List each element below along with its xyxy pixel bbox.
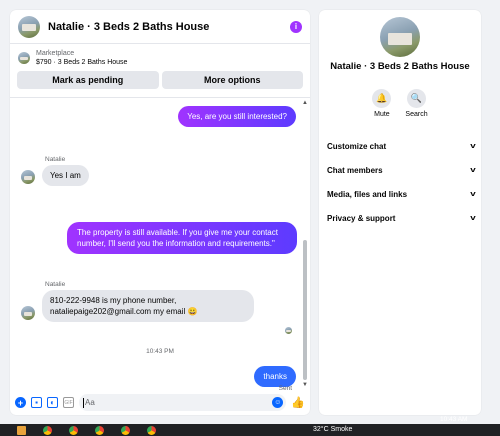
menu-media-files[interactable]: Media, files and links v [327,182,476,206]
chevron-down-icon: v [470,214,476,222]
menu-label: Customize chat [327,141,387,151]
weather-status[interactable]: 32°C Smoke [313,424,352,436]
composer: + ▪ ◐ GIF Aa ☺ 👍 [10,390,310,415]
sticker-icon[interactable]: ◐ [47,397,58,408]
like-icon[interactable]: 👍 [291,396,305,409]
chrome-icon[interactable] [69,425,78,435]
contact-avatar[interactable] [18,15,40,38]
sender-name: Natalie [45,156,66,163]
message-incoming[interactable]: Yes I am [42,165,89,186]
folder-icon[interactable] [17,425,26,435]
listing-title: $790 · 3 Beds 2 Baths House [36,59,128,66]
scroll-down-icon[interactable]: ▼ [302,382,308,388]
search-label: Search [405,111,428,118]
mark-pending-button[interactable]: Mark as pending [17,71,159,89]
listing-thumbnail [18,52,30,64]
gif-icon[interactable]: GIF [63,397,74,408]
image-icon[interactable]: ▪ [31,397,42,408]
emoji-icon[interactable]: ☺ [272,397,284,408]
search-button[interactable]: 🔍 Search [405,89,428,118]
menu-label: Chat members [327,165,383,175]
sender-name: Natalie [45,281,66,288]
chat-panel: Natalie · 3 Beds 2 Baths House i Marketp… [10,10,310,415]
message-incoming[interactable]: 810-222-9948 is my phone number, natalie… [42,290,254,322]
marketplace-label: Marketplace [36,50,75,57]
menu-chat-members[interactable]: Chat members v [327,158,476,182]
more-options-button[interactable]: More options [161,71,303,89]
scrollbar[interactable]: ▲ ▼ [302,100,308,388]
plus-icon[interactable]: + [15,397,26,408]
scroll-thumb[interactable] [303,240,307,380]
chrome-icon[interactable] [43,425,52,435]
menu-label: Privacy & support [327,213,396,223]
menu-customize-chat[interactable]: Customize chat v [327,134,476,158]
info-icon[interactable]: i [290,20,302,33]
chevron-down-icon: v [470,190,476,198]
chevron-down-icon: v [470,142,476,150]
search-icon: 🔍 [407,89,426,108]
chat-header: Natalie · 3 Beds 2 Baths House i [10,10,310,44]
chat-title[interactable]: Natalie · 3 Beds 2 Baths House [48,21,290,33]
message-outgoing[interactable]: thanks [254,366,296,387]
details-panel: Natalie · 3 Beds 2 Baths House 🔔 Mute 🔍 … [319,10,481,415]
text-caret [83,397,84,408]
message-input-placeholder: Aa [85,398,95,407]
profile-avatar[interactable] [380,17,420,57]
message-line: 810-222-9948 is my phone number, [50,296,177,305]
message-list: Yes, are you still interested? Natalie Y… [10,97,310,392]
message-line: nataliepaige202@gmail.com my email 😀 [50,307,198,316]
taskbar: 32°C Smoke 10:43 AM [0,416,500,436]
details-menu: Customize chat v Chat members v Media, f… [327,134,476,230]
chevron-down-icon: v [470,166,476,174]
chrome-icon[interactable] [95,425,104,435]
chrome-icon[interactable] [147,425,156,435]
marketplace-listing[interactable]: Marketplace $790 · 3 Beds 2 Baths House [10,44,310,68]
read-receipt-avatar [285,327,292,334]
message-input[interactable]: Aa ☺ [79,394,287,411]
bell-icon: 🔔 [372,89,392,108]
system-clock[interactable]: 10:43 AM [440,415,467,424]
sender-avatar[interactable] [21,306,35,320]
sender-avatar[interactable] [21,170,35,184]
mute-button[interactable]: 🔔 Mute [372,89,392,118]
menu-label: Media, files and links [327,189,408,199]
menu-privacy-support[interactable]: Privacy & support v [327,206,476,230]
timestamp: 10:43 PM [146,348,174,355]
mute-label: Mute [374,111,390,118]
profile-name: Natalie · 3 Beds 2 Baths House [330,61,470,72]
scroll-up-icon[interactable]: ▲ [302,100,308,106]
chrome-icon[interactable] [121,425,130,435]
message-outgoing[interactable]: The property is still available. If you … [67,222,297,254]
message-outgoing[interactable]: Yes, are you still interested? [178,106,296,127]
